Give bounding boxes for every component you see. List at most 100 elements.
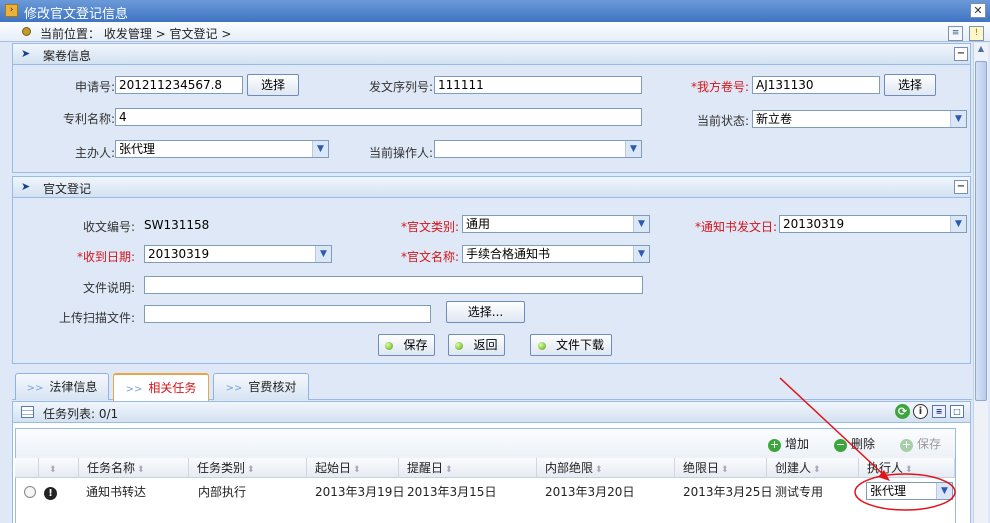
delete-task-label: 删除 — [851, 437, 876, 451]
save-task-icon: + — [900, 438, 913, 452]
our-case-no-input[interactable]: AJ131130 — [752, 76, 880, 94]
list-view-icon[interactable]: ≡ — [932, 405, 946, 418]
browse-button[interactable]: 选择... — [446, 301, 525, 323]
doc-type-label: *官文类别: — [400, 220, 459, 234]
col-status[interactable]: ⬍ — [39, 458, 79, 478]
toolbar-list-icon[interactable]: ≡ — [948, 26, 964, 41]
refresh-icon[interactable]: ⟳ — [895, 404, 910, 419]
doc-type-value: 通用 — [466, 217, 491, 231]
application-select-button[interactable]: 选择 — [247, 74, 299, 96]
chevron-down-icon[interactable]: ▼ — [625, 141, 641, 157]
row-deadline: 2013年3月25日 — [683, 485, 773, 499]
col-executor[interactable]: 执行人 ⬍ — [859, 458, 955, 478]
tab-legal-info-label: 法律信息 — [49, 380, 98, 394]
serial-no-label: 发文序列号: — [368, 80, 433, 94]
received-date-value: 20130319 — [148, 247, 210, 261]
doc-name-select[interactable]: 手续合格通知书 ▼ — [462, 245, 650, 263]
col-start-date[interactable]: 起始日 ⬍ — [307, 458, 399, 478]
patent-name-input[interactable]: 4 — [115, 108, 642, 126]
our-case-select-button[interactable]: 选择 — [884, 74, 936, 96]
grid-icon — [21, 406, 34, 418]
chevron-down-icon[interactable]: ▼ — [312, 141, 328, 157]
tab-related-tasks-label: 相关任务 — [148, 381, 197, 395]
chevron-down-icon[interactable]: ▼ — [315, 246, 331, 262]
host-label: 主办人: — [74, 146, 115, 160]
window-icon: › — [5, 4, 18, 17]
scroll-up-icon[interactable]: ▲ — [975, 44, 987, 58]
notice-date-value: 20130319 — [783, 217, 845, 231]
tab-legal-info[interactable]: >> 法律信息 — [15, 373, 109, 400]
col-task-name[interactable]: 任务名称 ⬍ — [79, 458, 189, 478]
add-task-button[interactable]: + 增加 — [768, 435, 809, 452]
col-internal-deadline[interactable]: 内部绝限 ⬍ — [537, 458, 675, 478]
host-value: 张代理 — [119, 142, 156, 156]
our-case-no-label: *我方卷号: — [690, 80, 749, 94]
tab-related-tasks[interactable]: >> 相关任务 — [113, 373, 209, 401]
current-status-value: 新立卷 — [756, 112, 793, 126]
task-list-header: 任务列表: 0/1 ⟳ i ≡ □ — [13, 402, 970, 423]
maximize-icon[interactable]: □ — [950, 405, 964, 418]
collapse-icon[interactable]: − — [954, 47, 968, 61]
doc-name-label: *官文名称: — [400, 250, 459, 264]
upload-input[interactable] — [144, 305, 431, 323]
save-task-button[interactable]: + 保存 — [900, 435, 941, 452]
serial-no-input[interactable]: 111111 — [434, 76, 642, 94]
official-doc-header[interactable]: ➤ 官文登记 − — [13, 177, 970, 198]
received-date-label: *收到日期: — [76, 250, 135, 264]
window-titlebar: › 修改官文登记信息 ✕ — [0, 0, 990, 22]
back-icon — [455, 342, 464, 350]
task-toolbar: + 增加 − 删除 + 保存 — [16, 429, 955, 459]
close-icon[interactable]: ✕ — [970, 3, 986, 18]
current-status-label: 当前状态: — [696, 114, 749, 128]
row-creator: 测试专用 — [775, 485, 824, 499]
col-creator[interactable]: 创建人 ⬍ — [767, 458, 859, 478]
current-status-select[interactable]: 新立卷 ▼ — [752, 110, 967, 128]
row-executor-select[interactable]: 张代理 ▼ — [866, 482, 953, 500]
current-operator-label: 当前操作人: — [368, 146, 433, 160]
col-task-category[interactable]: 任务类别 ⬍ — [189, 458, 307, 478]
current-operator-select[interactable]: ▼ — [434, 140, 642, 158]
toolbar-warning-icon[interactable]: ! — [969, 26, 984, 41]
task-grid-header: ⬍ 任务名称 ⬍ 任务类别 ⬍ 起始日 ⬍ 提醒日 ⬍ 内部绝限 ⬍ 绝限日 ⬍ 创建人 ⬍ … — [15, 458, 955, 478]
download-icon — [537, 342, 546, 350]
delete-task-button[interactable]: − 删除 — [834, 435, 875, 452]
task-list-title: 任务列表: 0/1 — [43, 407, 119, 421]
download-button[interactable]: 文件下载 — [530, 334, 612, 356]
section-arrow-icon: ➤ — [21, 47, 31, 60]
row-radio[interactable] — [24, 483, 36, 501]
chevron-down-icon[interactable]: ▼ — [950, 216, 966, 232]
host-select[interactable]: 张代理 ▼ — [115, 140, 329, 158]
download-button-label: 文件下载 — [555, 338, 604, 352]
case-info-panel: ➤ 案卷信息 − 申请号: 201211234567.8 选择 发文序列号: 1… — [12, 43, 971, 173]
received-date-select[interactable]: 20130319 ▼ — [144, 245, 332, 263]
file-desc-input[interactable] — [144, 276, 643, 294]
receipt-no-label: 收文编号: — [82, 220, 135, 234]
patent-name-label: 专利名称: — [62, 112, 115, 126]
row-task-category: 内部执行 — [198, 485, 247, 499]
col-check — [15, 458, 39, 478]
delete-icon: − — [834, 438, 847, 452]
save-button[interactable]: 保存 — [378, 334, 435, 356]
back-button-label: 返回 — [473, 338, 498, 352]
notice-date-select[interactable]: 20130319 ▼ — [779, 215, 967, 233]
application-no-input[interactable]: 201211234567.8 — [115, 76, 243, 94]
chevron-down-icon[interactable]: ▼ — [633, 246, 649, 262]
info-icon[interactable]: i — [913, 404, 928, 419]
col-deadline[interactable]: 绝限日 ⬍ — [675, 458, 767, 478]
doc-type-select[interactable]: 通用 ▼ — [462, 215, 650, 233]
page-scrollbar[interactable]: ▲ — [973, 43, 988, 523]
case-info-header[interactable]: ➤ 案卷信息 − — [13, 44, 970, 65]
col-remind-date[interactable]: 提醒日 ⬍ — [399, 458, 537, 478]
scrollbar-thumb[interactable] — [975, 61, 987, 401]
chevron-down-icon[interactable]: ▼ — [633, 216, 649, 232]
chevron-down-icon[interactable]: ▼ — [950, 111, 966, 127]
collapse-icon[interactable]: − — [954, 180, 968, 194]
back-button[interactable]: 返回 — [448, 334, 505, 356]
file-desc-label: 文件说明: — [82, 281, 135, 295]
tab-fee-check-label: 官费核对 — [248, 380, 297, 394]
chevron-down-icon[interactable]: ▼ — [936, 483, 952, 499]
add-icon: + — [768, 438, 781, 452]
tab-fee-check[interactable]: >> 官费核对 — [213, 373, 309, 400]
official-doc-title: 官文登记 — [43, 182, 92, 196]
application-no-label: 申请号: — [74, 80, 115, 94]
